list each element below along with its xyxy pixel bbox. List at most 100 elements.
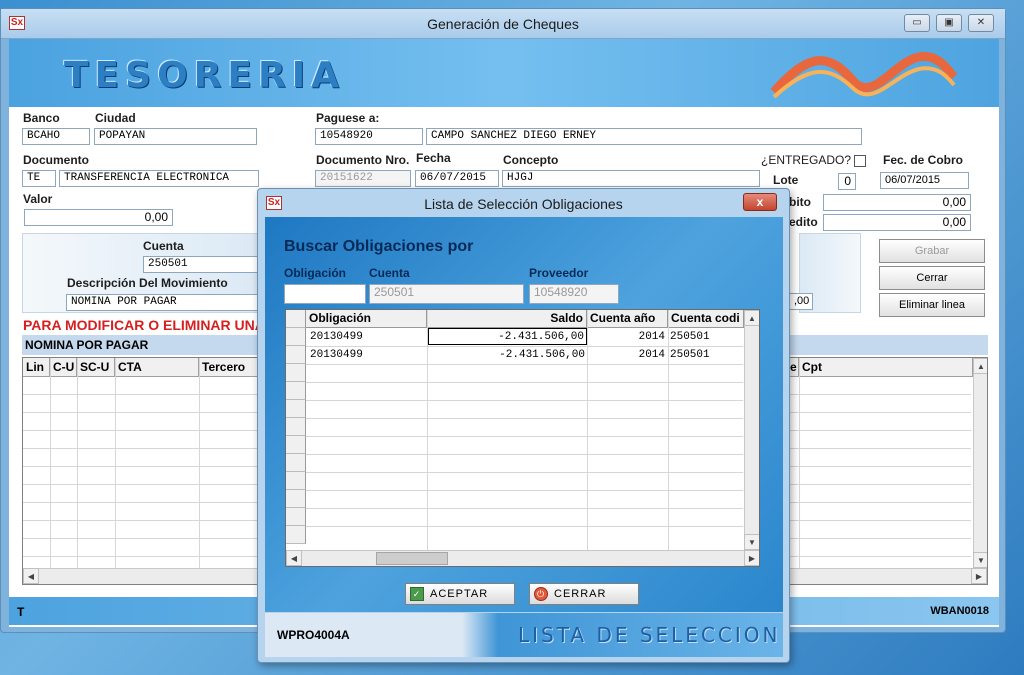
banner: TESORERIA bbox=[9, 39, 999, 107]
col-cuenta-anio[interactable]: Cuenta año bbox=[587, 310, 668, 328]
cell-obligacion[interactable]: 20130499 bbox=[308, 329, 426, 346]
dialog-grid-vscrollbar[interactable] bbox=[744, 310, 759, 550]
grid-header-cpt[interactable]: Cpt bbox=[799, 358, 973, 377]
entregado-checkbox[interactable] bbox=[854, 155, 866, 167]
lote-label: Lote bbox=[773, 173, 799, 187]
documento-desc-field[interactable]: TRANSFERENCIA ELECTRONICA bbox=[59, 170, 259, 187]
debito-label: bito bbox=[789, 195, 811, 209]
ciudad-field[interactable]: POPAYAN bbox=[94, 128, 257, 145]
concepto-field[interactable]: HJGJ bbox=[502, 170, 760, 187]
grid-header-scu[interactable]: SC-U bbox=[77, 358, 115, 377]
cell-saldo[interactable]: -2.431.506,00 bbox=[428, 347, 587, 364]
fecha-label: Fecha bbox=[416, 151, 451, 165]
paguese-label: Paguese a: bbox=[316, 111, 380, 125]
cell-anio[interactable]: 2014 bbox=[588, 347, 667, 364]
close-button[interactable]: ✕ bbox=[968, 14, 994, 32]
cell-obligacion[interactable]: 20130499 bbox=[308, 347, 426, 364]
dialog-close-button[interactable]: x bbox=[743, 193, 777, 211]
cell-cuenta[interactable]: 250501 bbox=[668, 329, 744, 346]
fec-cobro-field[interactable]: 06/07/2015 bbox=[880, 172, 969, 189]
dialog-title: Lista de Selección Obligaciones bbox=[424, 196, 623, 212]
selection-dialog: Sx Lista de Selección Obligaciones x Bus… bbox=[257, 188, 790, 663]
cell-anio[interactable]: 2014 bbox=[588, 329, 667, 346]
minimize-button[interactable]: ▭ bbox=[904, 14, 930, 32]
banco-label: Banco bbox=[23, 111, 60, 125]
dialog-scroll-left-icon[interactable]: ◀ bbox=[286, 550, 302, 566]
dialog-hscroll-thumb[interactable] bbox=[376, 552, 448, 565]
aceptar-label: ACEPTAR bbox=[430, 588, 489, 600]
eliminar-linea-button[interactable]: Eliminar linea bbox=[879, 293, 985, 317]
credito-label: edito bbox=[789, 215, 818, 229]
maximize-button[interactable]: ▣ bbox=[936, 14, 962, 32]
aceptar-button[interactable]: ✓ ACEPTAR bbox=[405, 583, 515, 605]
cuenta-search-label: Cuenta bbox=[369, 266, 410, 280]
dialog-titlebar[interactable]: Sx Lista de Selección Obligaciones x bbox=[258, 189, 789, 217]
cell-cuenta[interactable]: 250501 bbox=[668, 347, 744, 364]
desc-mov-label: Descripción Del Movimiento bbox=[67, 276, 228, 290]
documento-code-field[interactable]: TE bbox=[22, 170, 56, 187]
grid-scroll-down-icon[interactable]: ▼ bbox=[973, 552, 987, 568]
dialog-scroll-right-icon[interactable]: ▶ bbox=[744, 550, 759, 566]
valor-field[interactable]: 0,00 bbox=[24, 209, 173, 226]
warning-text: PARA MODIFICAR O ELIMINAR UNA bbox=[23, 317, 265, 333]
grid-scroll-up-icon[interactable]: ▲ bbox=[973, 358, 987, 374]
grid-vscrollbar[interactable] bbox=[973, 358, 987, 568]
col-cuenta-codigo[interactable]: Cuenta codi bbox=[668, 310, 744, 328]
debito-field[interactable]: 0,00 bbox=[823, 194, 971, 211]
dialog-scroll-up-icon[interactable]: ▲ bbox=[744, 310, 759, 326]
desc-mov-field[interactable]: NOMINA POR PAGAR bbox=[66, 294, 259, 311]
window-title: Generación de Cheques bbox=[427, 16, 579, 32]
cerrar-dialog-label: CERRAR bbox=[554, 588, 607, 600]
dialog-heading: Buscar Obligaciones por bbox=[284, 238, 474, 255]
main-titlebar[interactable]: Sx Generación de Cheques ▭ ▣ ✕ bbox=[1, 9, 1005, 39]
grid-corner bbox=[286, 310, 306, 328]
cell-saldo[interactable]: -2.431.506,00 bbox=[428, 328, 587, 345]
dialog-footer: WPRO4004A LISTA DE SELECCION bbox=[265, 613, 783, 657]
cuenta-search-input[interactable]: 250501 bbox=[369, 284, 524, 304]
grid-scroll-right-icon[interactable]: ▶ bbox=[971, 568, 987, 584]
cuenta-field[interactable]: 250501 bbox=[143, 256, 259, 273]
documento-label: Documento bbox=[23, 153, 89, 167]
lote-field[interactable]: 0 bbox=[838, 173, 856, 190]
grabar-button[interactable]: Grabar bbox=[879, 239, 985, 263]
banco-field[interactable]: BCAHO bbox=[22, 128, 90, 145]
obligacion-label: Obligación bbox=[284, 266, 347, 280]
amount-partial-field[interactable]: ,00 bbox=[789, 293, 813, 310]
grid-header-cta[interactable]: CTA bbox=[115, 358, 199, 377]
credito-field[interactable]: 0,00 bbox=[823, 214, 971, 231]
concepto-label: Concepto bbox=[503, 153, 559, 167]
documento-nro-field[interactable]: 20151622 bbox=[315, 170, 411, 187]
dialog-footer-title: LISTA DE SELECCION bbox=[518, 623, 781, 647]
close-circle-icon: ⏻ bbox=[534, 587, 548, 601]
dialog-footer-code: WPRO4004A bbox=[277, 628, 350, 642]
status-code: WBAN0018 bbox=[930, 605, 989, 617]
cerrar-dialog-button[interactable]: ⏻ CERRAR bbox=[529, 583, 639, 605]
status-left: T bbox=[17, 605, 25, 619]
row-selector[interactable] bbox=[286, 328, 306, 346]
grid-header-lin[interactable]: Lin bbox=[23, 358, 50, 377]
row-selector[interactable] bbox=[286, 346, 306, 364]
grid-scroll-left-icon[interactable]: ◀ bbox=[23, 568, 39, 584]
col-obligacion[interactable]: Obligación bbox=[306, 310, 427, 328]
proveedor-input[interactable]: 10548920 bbox=[529, 284, 619, 304]
fec-cobro-label: Fec. de Cobro bbox=[883, 153, 964, 167]
col-saldo[interactable]: Saldo bbox=[427, 310, 587, 328]
obligaciones-grid[interactable]: Obligación Saldo Cuenta año Cuenta codi … bbox=[285, 309, 760, 567]
cuenta-label: Cuenta bbox=[143, 239, 184, 253]
accept-icon: ✓ bbox=[410, 587, 424, 601]
banner-title: TESORERIA bbox=[64, 55, 345, 96]
proveedor-label: Proveedor bbox=[529, 266, 589, 280]
paguese-name-field[interactable]: CAMPO SANCHEZ DIEGO ERNEY bbox=[426, 128, 862, 145]
paguese-id-field[interactable]: 10548920 bbox=[315, 128, 423, 145]
fecha-field[interactable]: 06/07/2015 bbox=[415, 170, 499, 187]
grid-header-tercero[interactable]: Tercero bbox=[199, 358, 259, 377]
valor-label: Valor bbox=[23, 192, 53, 206]
documento-nro-label: Documento Nro. bbox=[316, 153, 410, 167]
dialog-scroll-down-icon[interactable]: ▼ bbox=[744, 534, 759, 550]
entregado-label: ¿ENTREGADO? bbox=[761, 153, 852, 167]
cerrar-button[interactable]: Cerrar bbox=[879, 266, 985, 290]
dialog-grid-hscrollbar[interactable] bbox=[286, 550, 759, 566]
grid-header-cu[interactable]: C-U bbox=[50, 358, 77, 377]
dialog-body: Buscar Obligaciones por Obligación Cuent… bbox=[265, 217, 783, 612]
obligacion-input[interactable] bbox=[284, 284, 366, 304]
